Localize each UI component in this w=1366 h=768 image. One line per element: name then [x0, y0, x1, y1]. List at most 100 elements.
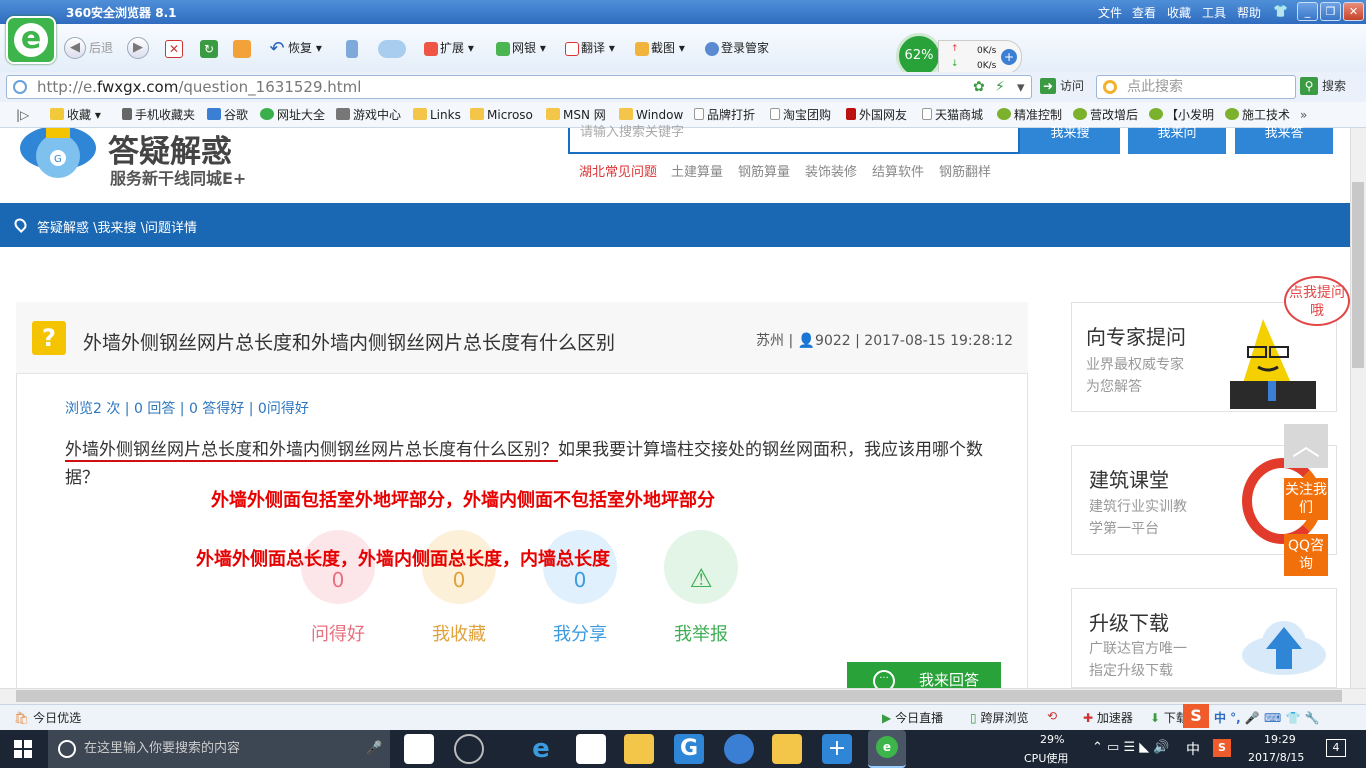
bookmark-mobile[interactable]: 手机收藏夹	[122, 107, 195, 123]
bookmarks-more-icon[interactable]: »	[1300, 107, 1307, 123]
qq-consult-button[interactable]: QQ咨询	[1284, 534, 1328, 576]
bookmark-links[interactable]: Links	[413, 107, 461, 123]
menu-file[interactable]: 文件	[1098, 4, 1122, 21]
bookmark-google[interactable]: 谷歌	[207, 107, 248, 123]
favorite-label[interactable]: 我收藏	[409, 620, 509, 646]
ime-indicator[interactable]: 中	[1186, 739, 1200, 759]
extension-button[interactable]: 扩展 ▾	[424, 36, 474, 60]
today-picks-button[interactable]: 🛍 今日优选	[14, 709, 81, 726]
bookmark-windows[interactable]: Window	[619, 107, 683, 123]
share-label[interactable]: 我分享	[530, 620, 630, 646]
bookmark-msn[interactable]: MSN 网	[546, 107, 606, 123]
hot-link[interactable]: 钢筋翻样	[939, 161, 991, 180]
visit-button[interactable]: ➜ 访问	[1040, 76, 1084, 96]
notification-center-icon[interactable]: 4	[1326, 739, 1346, 757]
refresh-icon[interactable]: ↻	[200, 36, 220, 60]
bookmark-foreign[interactable]: 外国网友	[846, 107, 907, 123]
report-button[interactable]: ⚠	[664, 530, 738, 604]
bookmark-taobao[interactable]: 淘宝团购	[770, 107, 831, 123]
security-icon[interactable]: ✿	[973, 76, 985, 98]
hot-link[interactable]: 湖北常见问题	[579, 161, 657, 180]
screenshot-button[interactable]: 截图 ▾	[635, 36, 685, 60]
taskbar-app-icon[interactable]	[454, 734, 484, 764]
download-card[interactable]: 升级下载 广联达官方唯一 指定升级下载	[1071, 588, 1337, 688]
dropdown-icon[interactable]: ▾	[1017, 76, 1025, 98]
vertical-scroll-thumb[interactable]	[1352, 182, 1364, 368]
menu-tools[interactable]: 工具	[1202, 4, 1226, 21]
answer-top-button[interactable]: 我来答	[1235, 127, 1333, 154]
bookmarks-toggle-icon[interactable]: |▷	[16, 107, 29, 123]
browser-taskbar-icon[interactable]: e	[868, 730, 906, 768]
hot-link[interactable]: 土建算量	[671, 161, 723, 180]
clock-date[interactable]: 2017/8/15	[1248, 751, 1304, 764]
tray-icons[interactable]: ⌃ ▭ ☰ ◣ 🔊	[1092, 740, 1170, 755]
store-icon[interactable]	[576, 734, 606, 764]
minimize-button[interactable]: _	[1297, 2, 1318, 21]
bookmark-favorites[interactable]: 收藏 ▾	[50, 107, 101, 123]
sogou-tray-icon[interactable]: S	[1213, 739, 1231, 757]
task-view-icon[interactable]	[404, 734, 434, 764]
translate-button[interactable]: 翻译 ▾	[565, 36, 615, 60]
menu-help[interactable]: 帮助	[1237, 4, 1261, 21]
bookmark-microsoft[interactable]: Microso	[470, 107, 533, 123]
menu-view[interactable]: 查看	[1132, 4, 1156, 21]
site-search-input[interactable]: 请输入搜索关键字	[568, 126, 1020, 154]
back-arrow-icon[interactable]: ◀	[64, 37, 86, 59]
bookmark-brand[interactable]: 品牌打折	[694, 107, 755, 123]
phone-icon[interactable]	[346, 36, 360, 60]
hot-link[interactable]: 结算软件	[872, 161, 924, 180]
windows-start-icon[interactable]	[14, 740, 32, 758]
bookmark-invention[interactable]: 【小发明	[1149, 107, 1214, 123]
bookmark-games[interactable]: 游戏中心	[336, 107, 401, 123]
recycle-icon[interactable]: ⟲	[1047, 709, 1057, 723]
accelerator-button[interactable]: ✚ 加速器	[1083, 709, 1133, 726]
bookmark-precise[interactable]: 精准控制	[997, 107, 1062, 123]
close-button[interactable]: ✕	[1343, 2, 1364, 21]
app-icon[interactable]	[724, 734, 754, 764]
ask-button[interactable]: 我来问	[1128, 127, 1226, 154]
clock-time[interactable]: 19:29	[1264, 733, 1296, 746]
back-to-top-button[interactable]: ︿	[1284, 424, 1328, 468]
search-button[interactable]: ⚲ 搜索	[1300, 76, 1346, 96]
address-bar[interactable]: http://e.fwxgx.com/question_1631529.html…	[6, 75, 1032, 99]
breadcrumb[interactable]: 答疑解惑 \我来搜 \问题详情	[37, 217, 197, 236]
search-me-button[interactable]: 我来搜	[1020, 127, 1120, 154]
bookmark-vat[interactable]: 营改增后	[1073, 107, 1138, 123]
bookmark-construction[interactable]: 施工技术	[1225, 107, 1290, 123]
home-icon[interactable]	[233, 36, 253, 60]
live-button[interactable]: ▶ 今日直播	[882, 709, 943, 726]
sogou-ime-icon[interactable]: S	[1183, 704, 1209, 728]
lightning-icon[interactable]: ⚡	[995, 76, 1005, 98]
browser-logo-icon[interactable]: e	[6, 16, 56, 64]
speed-plus-icon[interactable]: +	[1001, 49, 1017, 65]
glodon-app-icon[interactable]: G	[674, 734, 704, 764]
ime-toolbar[interactable]: 中 °, 🎤 ⌨ 👕 🔧	[1214, 709, 1320, 726]
restore-button[interactable]: ↶ 恢复 ▾	[268, 36, 321, 60]
follow-us-button[interactable]: 关注我们	[1284, 478, 1328, 520]
file-explorer-icon[interactable]	[624, 734, 654, 764]
good-question-label[interactable]: 问得好	[288, 620, 388, 646]
cloud-icon[interactable]	[378, 36, 408, 60]
hot-link[interactable]: 钢筋算量	[738, 161, 790, 180]
cross-screen-button[interactable]: ▯ 跨屏浏览	[970, 709, 1028, 726]
stop-icon[interactable]: ✕	[165, 36, 185, 60]
hot-link[interactable]: 装饰装修	[805, 161, 857, 180]
ebank-button[interactable]: 网银 ▾	[496, 36, 546, 60]
notes-icon[interactable]	[772, 734, 802, 764]
ask-bubble[interactable]: 点我提问哦	[1284, 276, 1350, 326]
report-label[interactable]: 我举报	[651, 620, 751, 646]
maximize-button[interactable]: ❐	[1320, 2, 1341, 21]
edge-icon[interactable]: e	[526, 734, 556, 764]
plus-app-icon[interactable]: +	[822, 734, 852, 764]
menu-favorites[interactable]: 收藏	[1167, 4, 1191, 21]
login-manager-button[interactable]: 登录管家	[705, 36, 769, 60]
horizontal-scroll-thumb[interactable]	[16, 690, 1342, 702]
skin-icon[interactable]: 👕	[1273, 4, 1288, 18]
bookmark-sites[interactable]: 网址大全	[260, 107, 325, 123]
search-engine-icon[interactable]	[1103, 80, 1117, 94]
back-button[interactable]: 后退	[89, 36, 113, 60]
forward-arrow-icon[interactable]: ▶	[127, 37, 149, 59]
taskbar-search-input[interactable]: 在这里输入你要搜索的内容 🎤	[48, 730, 390, 768]
bookmark-tmall[interactable]: 天猫商城	[922, 107, 983, 123]
search-input[interactable]: 点此搜索	[1096, 75, 1296, 99]
